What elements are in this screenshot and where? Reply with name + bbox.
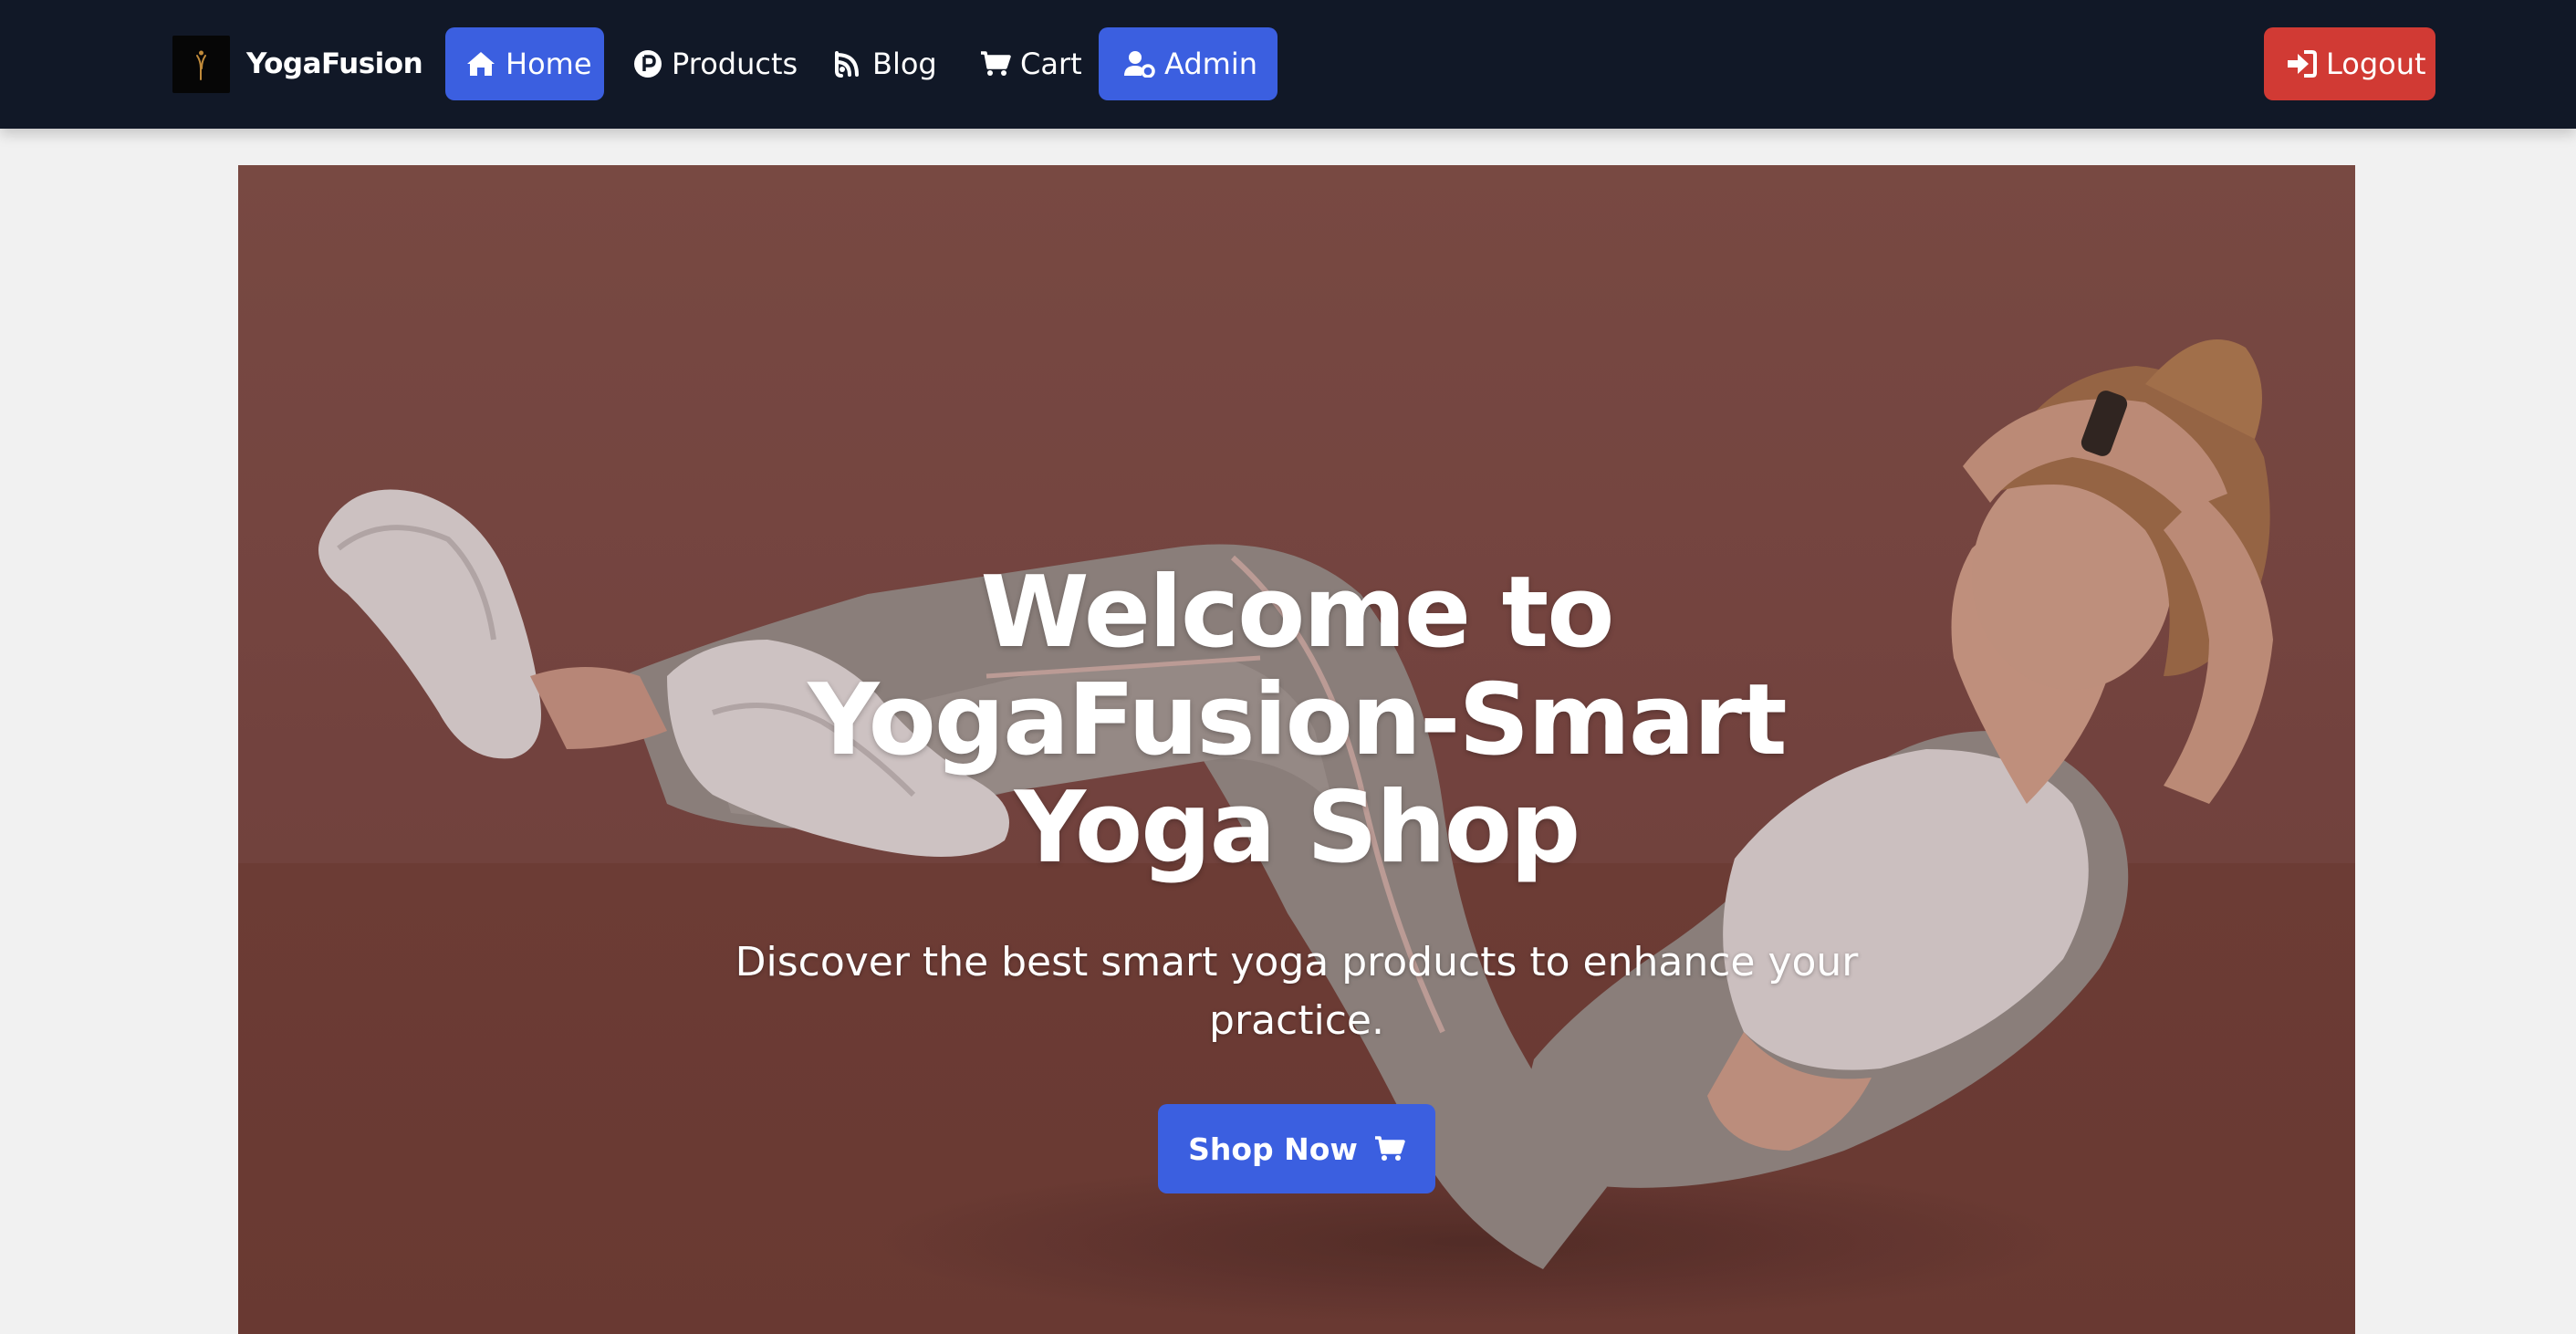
nav-products-label: Products <box>672 47 798 81</box>
brand-link[interactable]: YogaFusion <box>172 35 423 93</box>
nav-blog[interactable]: Blog <box>821 27 949 100</box>
hero-title: Welcome to YogaFusion-Smart Yoga Shop <box>808 556 1787 885</box>
cart-icon <box>1374 1133 1405 1164</box>
brand-logo-icon <box>172 35 230 93</box>
nav-cart-label: Cart <box>1020 47 1082 81</box>
user-gear-icon <box>1124 48 1155 79</box>
hero-subtitle: Discover the best smart yoga products to… <box>735 939 1859 1044</box>
shop-now-label: Shop Now <box>1188 1131 1358 1167</box>
top-navbar: YogaFusion Home Products Blog Cart Admin… <box>0 0 2576 129</box>
nav-home-label: Home <box>506 47 592 81</box>
p-circle-icon <box>633 48 662 79</box>
brand-name: YogaFusion <box>246 47 423 80</box>
shop-now-button[interactable]: Shop Now <box>1158 1104 1435 1193</box>
cart-icon <box>980 48 1011 79</box>
nav-home[interactable]: Home <box>445 27 604 100</box>
nav-admin[interactable]: Admin <box>1099 27 1278 100</box>
logout-button[interactable]: Logout <box>2264 27 2435 100</box>
nav-cart[interactable]: Cart <box>971 27 1082 100</box>
blog-feed-icon <box>832 48 863 79</box>
nav-blog-label: Blog <box>872 47 937 81</box>
nav-products[interactable]: Products <box>621 27 798 100</box>
nav-admin-label: Admin <box>1164 47 1257 81</box>
hero-banner: Welcome to YogaFusion-Smart Yoga Shop Di… <box>238 165 2355 1334</box>
sign-in-icon <box>2286 48 2317 79</box>
home-icon <box>465 48 496 79</box>
logout-label: Logout <box>2326 47 2426 81</box>
